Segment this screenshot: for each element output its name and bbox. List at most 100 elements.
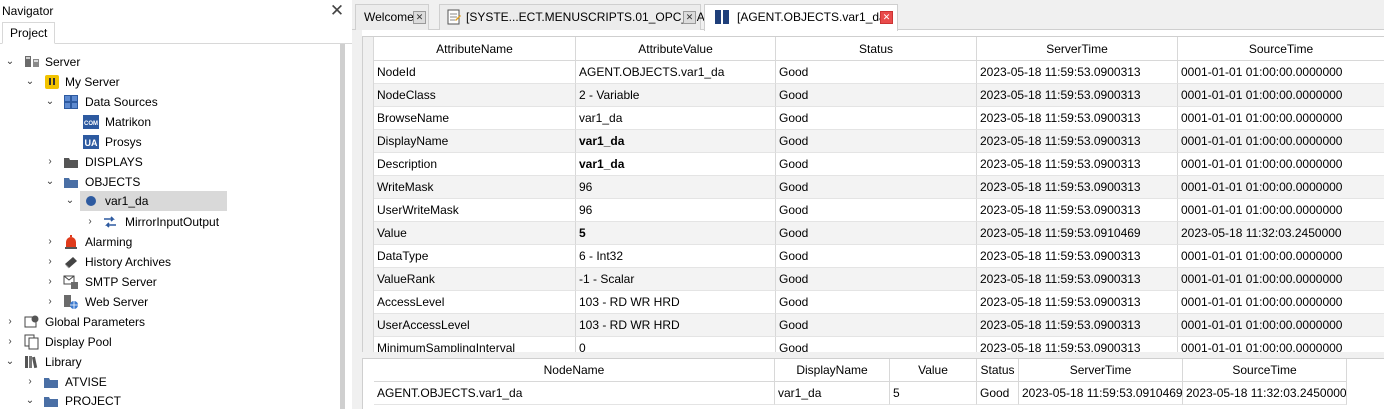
- chevron-down-icon[interactable]: ⌄: [24, 391, 36, 409]
- attribute-cell-status[interactable]: Good: [776, 314, 977, 337]
- attribute-cell-server-time[interactable]: 2023-05-18 11:59:53.0900313: [977, 314, 1178, 337]
- tree-item-global-parameters[interactable]: › Global Parameters: [0, 312, 340, 332]
- attribute-cell-status[interactable]: Good: [776, 61, 977, 84]
- value-cell-node-name[interactable]: AGENT.OBJECTS.var1_da: [374, 382, 775, 405]
- tree-item-prosys[interactable]: UA Prosys: [0, 132, 340, 152]
- tree-item-mirror-input-output[interactable]: › MirrorInputOutput: [0, 212, 340, 232]
- attribute-cell-server-time[interactable]: 2023-05-18 11:59:53.0900313: [977, 291, 1178, 314]
- tree-item-server[interactable]: ⌄ Server: [0, 52, 340, 72]
- attribute-cell-source-time[interactable]: 0001-01-01 01:00:00.0000000: [1178, 337, 1384, 352]
- attribute-cell-server-time[interactable]: 2023-05-18 11:59:53.0900313: [977, 199, 1178, 222]
- navigator-scrollbar[interactable]: [340, 44, 345, 409]
- value-cell-source-time[interactable]: 2023-05-18 11:32:03.2450000: [1183, 382, 1347, 405]
- attribute-cell-name[interactable]: UserAccessLevel: [374, 314, 576, 337]
- attribute-cell-value[interactable]: var1_da: [576, 153, 776, 176]
- attribute-cell-server-time[interactable]: 2023-05-18 11:59:53.0900313: [977, 176, 1178, 199]
- tree-item-history-archives[interactable]: › History Archives: [0, 252, 340, 272]
- column-header-attributevalue[interactable]: AttributeValue: [576, 37, 776, 61]
- close-tab-icon[interactable]: ✕: [413, 11, 426, 24]
- tab-opc-da-script[interactable]: [SYSTE...ECT.MENUSCRIPTS.01_OPC_DA] ✕: [439, 4, 708, 30]
- chevron-right-icon[interactable]: ›: [4, 312, 16, 332]
- attribute-cell-source-time[interactable]: 0001-01-01 01:00:00.0000000: [1178, 176, 1384, 199]
- attribute-cell-source-time[interactable]: 0001-01-01 01:00:00.0000000: [1178, 84, 1384, 107]
- attribute-cell-value[interactable]: 96: [576, 176, 776, 199]
- value-column-header-displayname[interactable]: DisplayName: [775, 359, 890, 382]
- column-header-servertime[interactable]: ServerTime: [977, 37, 1178, 61]
- chevron-right-icon[interactable]: ›: [44, 232, 56, 252]
- tree-item-var1-da[interactable]: ⌄ var1_da: [66, 191, 227, 211]
- attribute-cell-status[interactable]: Good: [776, 176, 977, 199]
- tree-item-atvise[interactable]: › ATVISE: [0, 372, 340, 392]
- value-cell-status[interactable]: Good: [977, 382, 1019, 405]
- chevron-right-icon[interactable]: ›: [4, 332, 16, 352]
- chevron-down-icon[interactable]: ⌄: [4, 52, 16, 72]
- attribute-cell-source-time[interactable]: 0001-01-01 01:00:00.0000000: [1178, 61, 1384, 84]
- tab-project[interactable]: Project: [2, 22, 56, 44]
- attribute-cell-status[interactable]: Good: [776, 222, 977, 245]
- attribute-cell-name[interactable]: Description: [374, 153, 576, 176]
- attribute-cell-value[interactable]: 0: [576, 337, 776, 352]
- attribute-cell-name[interactable]: DisplayName: [374, 130, 576, 153]
- tree-item-alarming[interactable]: › Alarming: [0, 232, 340, 252]
- column-header-status[interactable]: Status: [776, 37, 977, 61]
- attribute-cell-value[interactable]: 103 - RD WR HRD: [576, 291, 776, 314]
- value-column-header-value[interactable]: Value: [890, 359, 977, 382]
- close-icon[interactable]: ✕: [328, 2, 346, 20]
- attribute-cell-source-time[interactable]: 0001-01-01 01:00:00.0000000: [1178, 314, 1384, 337]
- attribute-cell-server-time[interactable]: 2023-05-18 11:59:53.0900313: [977, 107, 1178, 130]
- tab-welcome[interactable]: Welcome ✕: [355, 4, 429, 30]
- attribute-cell-status[interactable]: Good: [776, 107, 977, 130]
- attribute-cell-value[interactable]: -1 - Scalar: [576, 268, 776, 291]
- value-column-header-status[interactable]: Status: [977, 359, 1019, 382]
- tree-item-objects[interactable]: ⌄ OBJECTS: [0, 172, 340, 192]
- attribute-cell-value[interactable]: 2 - Variable: [576, 84, 776, 107]
- value-column-header-sourcetime[interactable]: SourceTime: [1183, 359, 1347, 382]
- tab-agent-objects-var1-da[interactable]: [AGENT.OBJECTS.var1_da] ✕: [704, 4, 898, 31]
- value-cell-value[interactable]: 5: [890, 382, 977, 405]
- value-column-header-nodename[interactable]: NodeName: [374, 359, 775, 382]
- attribute-cell-status[interactable]: Good: [776, 199, 977, 222]
- chevron-right-icon[interactable]: ›: [84, 212, 96, 232]
- chevron-right-icon[interactable]: ›: [44, 252, 56, 272]
- chevron-down-icon[interactable]: ⌄: [44, 172, 56, 192]
- column-header-sourcetime[interactable]: SourceTime: [1178, 37, 1384, 61]
- attribute-cell-source-time[interactable]: 0001-01-01 01:00:00.0000000: [1178, 153, 1384, 176]
- splitter[interactable]: [352, 0, 362, 409]
- attribute-cell-server-time[interactable]: 2023-05-18 11:59:53.0900313: [977, 130, 1178, 153]
- attribute-cell-status[interactable]: Good: [776, 337, 977, 352]
- tree-item-web-server[interactable]: › Web Server: [0, 292, 340, 312]
- tree-item-display-pool[interactable]: › Display Pool: [0, 332, 340, 352]
- tree-item-data-sources[interactable]: ⌄ Data Sources: [0, 92, 340, 112]
- attribute-cell-source-time[interactable]: 0001-01-01 01:00:00.0000000: [1178, 245, 1384, 268]
- attribute-cell-server-time[interactable]: 2023-05-18 11:59:53.0900313: [977, 84, 1178, 107]
- value-column-header-servertime[interactable]: ServerTime: [1019, 359, 1183, 382]
- attribute-cell-value[interactable]: 103 - RD WR HRD: [576, 314, 776, 337]
- close-tab-icon[interactable]: ✕: [880, 11, 893, 24]
- chevron-down-icon[interactable]: ⌄: [44, 92, 56, 112]
- chevron-down-icon[interactable]: ⌄: [64, 191, 76, 211]
- chevron-right-icon[interactable]: ›: [44, 152, 56, 172]
- tree-item-project[interactable]: ⌄ PROJECT: [0, 391, 340, 409]
- attribute-cell-source-time[interactable]: 0001-01-01 01:00:00.0000000: [1178, 199, 1384, 222]
- attribute-cell-server-time[interactable]: 2023-05-18 11:59:53.0910469: [977, 222, 1178, 245]
- value-cell-display-name[interactable]: var1_da: [775, 382, 890, 405]
- attribute-cell-name[interactable]: BrowseName: [374, 107, 576, 130]
- tree-item-displays[interactable]: › DISPLAYS: [0, 152, 340, 172]
- attribute-cell-server-time[interactable]: 2023-05-18 11:59:53.0900313: [977, 337, 1178, 352]
- attribute-cell-name[interactable]: MinimumSamplingInterval: [374, 337, 576, 352]
- attribute-cell-status[interactable]: Good: [776, 153, 977, 176]
- tree-item-matrikon[interactable]: COM Matrikon: [0, 112, 340, 132]
- attribute-cell-status[interactable]: Good: [776, 245, 977, 268]
- attribute-cell-status[interactable]: Good: [776, 291, 977, 314]
- value-cell-server-time[interactable]: 2023-05-18 11:59:53.0910469: [1019, 382, 1183, 405]
- attribute-cell-source-time[interactable]: 0001-01-01 01:00:00.0000000: [1178, 268, 1384, 291]
- attribute-cell-status[interactable]: Good: [776, 84, 977, 107]
- tree-item-smtp-server[interactable]: › SMTP Server: [0, 272, 340, 292]
- attribute-cell-name[interactable]: ValueRank: [374, 268, 576, 291]
- column-header-attributename[interactable]: AttributeName: [374, 37, 576, 61]
- attribute-cell-name[interactable]: AccessLevel: [374, 291, 576, 314]
- attribute-cell-source-time[interactable]: 0001-01-01 01:00:00.0000000: [1178, 291, 1384, 314]
- attribute-cell-name[interactable]: DataType: [374, 245, 576, 268]
- attribute-cell-name[interactable]: NodeClass: [374, 84, 576, 107]
- attribute-cell-name[interactable]: Value: [374, 222, 576, 245]
